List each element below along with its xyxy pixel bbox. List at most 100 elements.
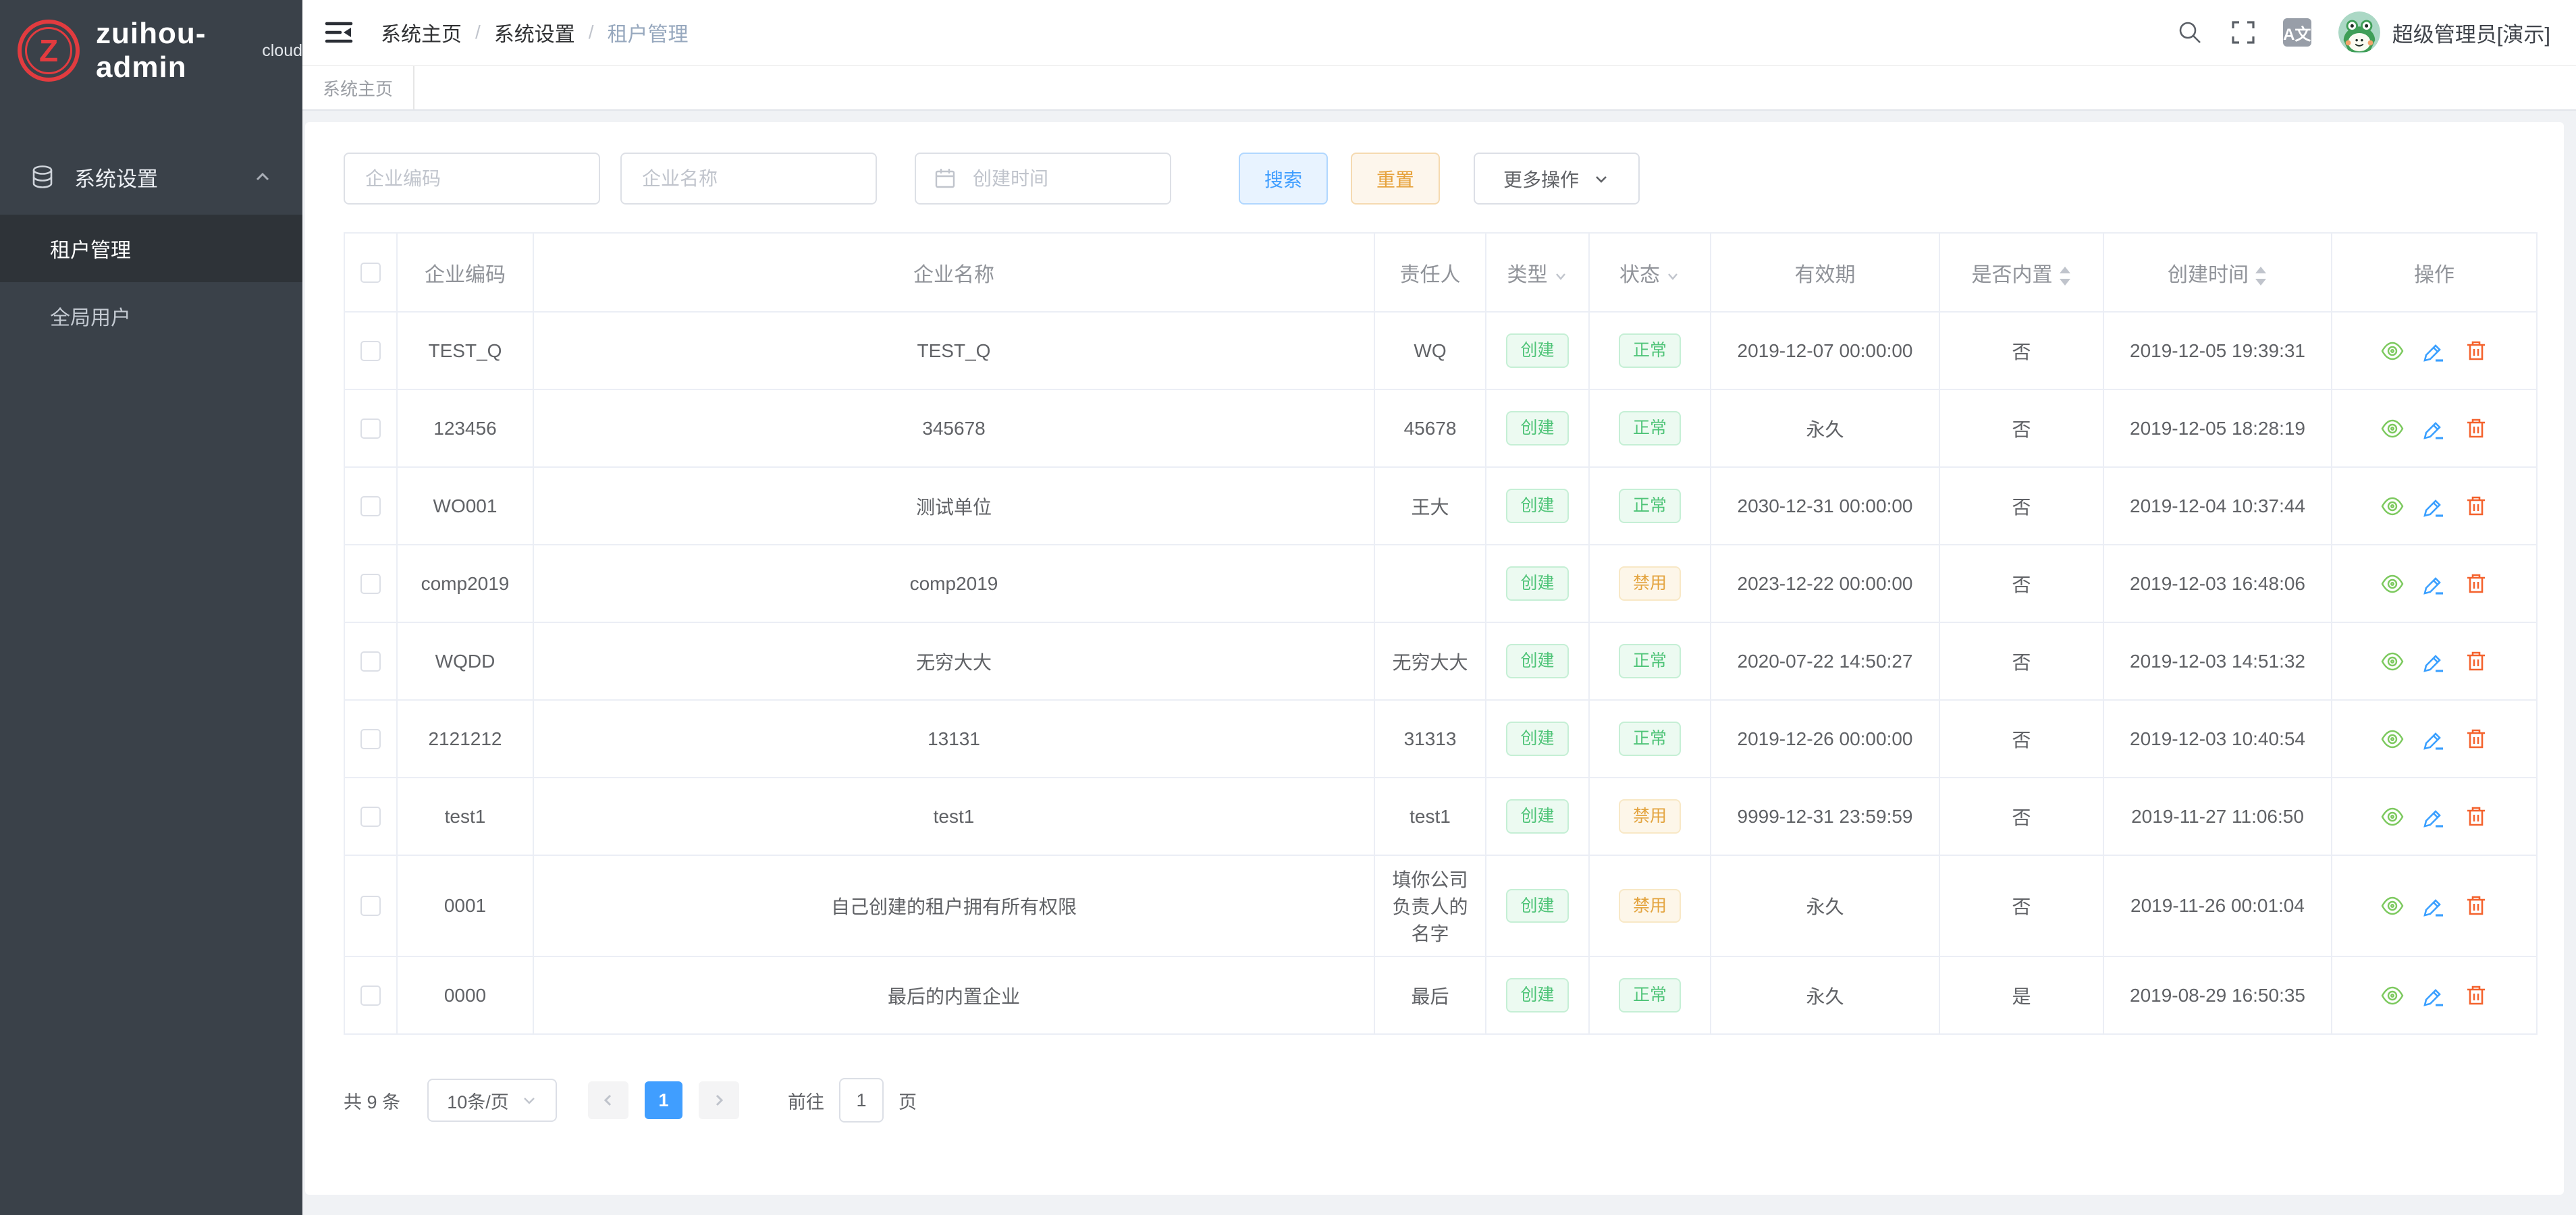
language-icon[interactable]: A文 xyxy=(2283,18,2311,47)
view-icon[interactable] xyxy=(2380,894,2405,918)
cell-expire: 2023-12-22 00:00:00 xyxy=(1711,545,1939,622)
cell-status: 禁用 xyxy=(1589,545,1711,622)
reset-button[interactable]: 重置 xyxy=(1351,153,1440,205)
row-checkbox[interactable] xyxy=(360,986,381,1006)
delete-icon[interactable] xyxy=(2464,727,2488,751)
col-header-created[interactable]: 创建时间 xyxy=(2103,233,2332,312)
sidebar-item-global-users[interactable]: 全局用户 xyxy=(0,282,302,350)
row-checkbox[interactable] xyxy=(360,729,381,749)
search-button[interactable]: 搜索 xyxy=(1239,153,1328,205)
cell-code: TEST_Q xyxy=(397,312,533,389)
page-size-select[interactable]: 10条/页 xyxy=(427,1079,557,1122)
view-icon[interactable] xyxy=(2380,727,2405,751)
view-icon[interactable] xyxy=(2380,649,2405,674)
col-header-type[interactable]: 类型 xyxy=(1486,233,1589,312)
edit-icon[interactable] xyxy=(2422,494,2446,518)
col-header-status[interactable]: 状态 xyxy=(1589,233,1711,312)
edit-icon[interactable] xyxy=(2422,416,2446,441)
edit-icon[interactable] xyxy=(2422,649,2446,674)
view-icon[interactable] xyxy=(2380,983,2405,1008)
cell-type: 创建 xyxy=(1486,700,1589,778)
status-tag: 正常 xyxy=(1619,333,1681,368)
table-row: 21212121313131313创建正常2019-12-26 00:00:00… xyxy=(344,700,2537,778)
prev-page-button[interactable] xyxy=(588,1081,628,1119)
row-checkbox[interactable] xyxy=(360,574,381,594)
cell-name: 自己创建的租户拥有所有权限 xyxy=(533,855,1374,956)
view-icon[interactable] xyxy=(2380,572,2405,596)
cell-builtin: 是 xyxy=(1939,956,2103,1034)
row-checkbox[interactable] xyxy=(360,896,381,916)
pagination: 共 9 条 10条/页 1 前往 页 xyxy=(344,1078,2537,1123)
cell-expire: 2019-12-07 00:00:00 xyxy=(1711,312,1939,389)
table-row: WO001测试单位王大创建正常2030-12-31 00:00:00否2019-… xyxy=(344,467,2537,545)
delete-icon[interactable] xyxy=(2464,339,2488,363)
edit-icon[interactable] xyxy=(2422,894,2446,918)
row-checkbox[interactable] xyxy=(360,807,381,827)
select-all-checkbox[interactable] xyxy=(360,263,381,283)
delete-icon[interactable] xyxy=(2464,416,2488,441)
edit-icon[interactable] xyxy=(2422,983,2446,1008)
chevron-down-icon xyxy=(1592,170,1610,188)
search-icon[interactable] xyxy=(2176,19,2203,46)
delete-icon[interactable] xyxy=(2464,649,2488,674)
edit-icon[interactable] xyxy=(2422,727,2446,751)
cell-created: 2019-11-26 00:01:04 xyxy=(2103,855,2332,956)
col-header-builtin[interactable]: 是否内置 xyxy=(1939,233,2103,312)
view-icon[interactable] xyxy=(2380,416,2405,441)
cell-status: 禁用 xyxy=(1589,778,1711,855)
cell-created: 2019-12-05 19:39:31 xyxy=(2103,312,2332,389)
breadcrumb-item-home[interactable]: 系统主页 xyxy=(381,18,462,47)
row-checkbox[interactable] xyxy=(360,496,381,516)
logo-icon: Z xyxy=(18,20,80,82)
delete-icon[interactable] xyxy=(2464,572,2488,596)
sidebar-item-system-settings[interactable]: 系统设置 xyxy=(0,139,302,215)
row-checkbox[interactable] xyxy=(360,341,381,361)
sidebar: Z zuihou-admin cloud 系统设置 租户管理 全 xyxy=(0,0,302,1215)
delete-icon[interactable] xyxy=(2464,983,2488,1008)
edit-icon[interactable] xyxy=(2422,339,2446,363)
more-actions-button[interactable]: 更多操作 xyxy=(1474,153,1640,205)
view-icon[interactable] xyxy=(2380,339,2405,363)
chevron-right-icon xyxy=(711,1092,727,1108)
enterprise-code-input[interactable] xyxy=(344,153,600,205)
row-select-cell xyxy=(344,312,397,389)
current-user-name[interactable]: 超级管理员[演示] xyxy=(2392,18,2550,48)
row-checkbox[interactable] xyxy=(360,418,381,439)
cell-created: 2019-12-03 10:40:54 xyxy=(2103,700,2332,778)
cell-owner: 填你公司负责人的名字 xyxy=(1374,855,1486,956)
edit-icon[interactable] xyxy=(2422,805,2446,829)
create-time-picker[interactable] xyxy=(915,153,1171,205)
status-tag: 禁用 xyxy=(1619,566,1681,601)
breadcrumb-item-settings[interactable]: 系统设置 xyxy=(494,18,575,47)
fullscreen-icon[interactable] xyxy=(2230,20,2256,45)
edit-icon[interactable] xyxy=(2422,572,2446,596)
view-icon[interactable] xyxy=(2380,494,2405,518)
view-icon[interactable] xyxy=(2380,805,2405,829)
delete-icon[interactable] xyxy=(2464,494,2488,518)
row-checkbox[interactable] xyxy=(360,651,381,672)
next-page-button[interactable] xyxy=(699,1081,739,1119)
sidebar-item-tenant-management[interactable]: 租户管理 xyxy=(0,215,302,282)
view-tabs-bar: 系统主页 xyxy=(302,65,2576,111)
delete-icon[interactable] xyxy=(2464,894,2488,918)
avatar[interactable] xyxy=(2338,11,2380,53)
cell-type: 创建 xyxy=(1486,855,1589,956)
sort-caret-icon[interactable] xyxy=(2058,265,2072,287)
cell-code: WQDD xyxy=(397,622,533,700)
cell-name: 无穷大大 xyxy=(533,622,1374,700)
goto-unit: 页 xyxy=(898,1087,917,1114)
tab-system-home[interactable]: 系统主页 xyxy=(302,66,414,109)
table-header-row: 企业编码 企业名称 责任人 类型 状态 有效期 是否内置 xyxy=(344,233,2537,312)
sort-caret-icon[interactable] xyxy=(2254,265,2268,287)
delete-icon[interactable] xyxy=(2464,805,2488,829)
filter-chevron-icon[interactable] xyxy=(1553,269,1568,284)
cell-actions xyxy=(2332,956,2537,1034)
cell-status: 禁用 xyxy=(1589,855,1711,956)
sidebar-collapse-icon[interactable] xyxy=(324,18,354,47)
filter-chevron-icon[interactable] xyxy=(1665,269,1680,284)
cell-code: WO001 xyxy=(397,467,533,545)
page-number-1[interactable]: 1 xyxy=(645,1081,682,1119)
goto-page-input[interactable] xyxy=(839,1078,884,1123)
enterprise-name-input[interactable] xyxy=(620,153,877,205)
type-tag: 创建 xyxy=(1506,978,1568,1013)
